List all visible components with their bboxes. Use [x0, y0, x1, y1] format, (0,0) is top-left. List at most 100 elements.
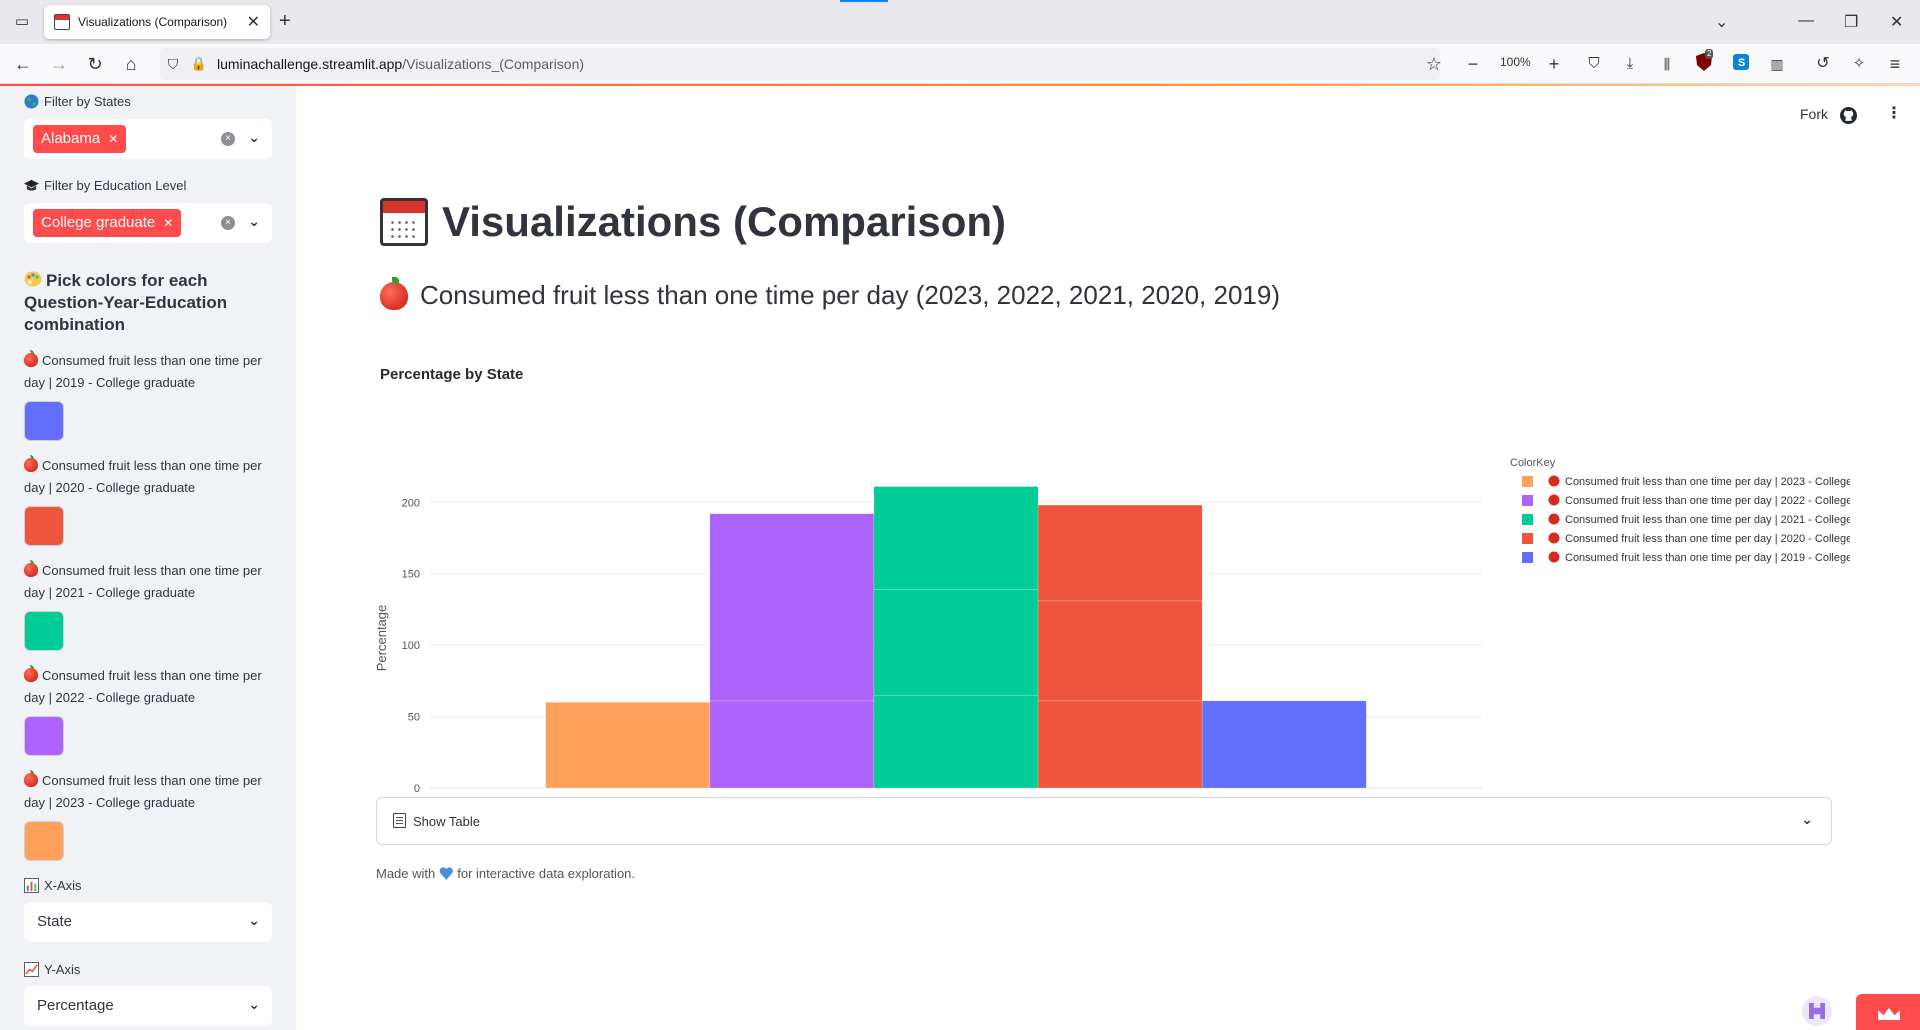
tab-title: Visualizations (Comparison)	[78, 15, 228, 29]
github-icon[interactable]	[1840, 107, 1857, 124]
y-tick-label: 100	[402, 640, 420, 652]
color-swatch-button[interactable]	[24, 506, 64, 546]
zoom-in-button[interactable]: +	[1543, 53, 1565, 75]
tab-loading-indicator	[840, 0, 888, 2]
fork-button[interactable]: Fork	[1800, 106, 1828, 122]
apple-icon	[24, 455, 38, 472]
y-tick-label: 50	[408, 712, 420, 724]
color-picker-label: Consumed fruit less than one time per da…	[24, 458, 262, 495]
graduation-cap-icon	[24, 179, 39, 191]
barcode-extension-icon[interactable]: ▥	[1766, 53, 1788, 75]
color-swatch-button[interactable]	[24, 716, 64, 756]
back-button[interactable]: ←	[12, 53, 34, 75]
color-picker-label: Consumed fruit less than one time per da…	[24, 668, 262, 705]
library-icon[interactable]: ⫼	[1656, 53, 1678, 75]
legend-swatch	[1522, 552, 1533, 563]
restore-window-button[interactable]: ❐	[1844, 12, 1858, 32]
main-content: Fork ⋮ Visualizations (Comparison) Consu…	[296, 86, 1920, 1030]
legend-swatch	[1522, 514, 1533, 525]
streamlit-mascot-icon[interactable]	[1802, 996, 1832, 1026]
forward-button[interactable]: →	[48, 53, 70, 75]
browser-tab-active[interactable]: Visualizations (Comparison) ✕	[44, 5, 270, 39]
globe-icon	[24, 94, 39, 109]
color-swatch-button[interactable]	[24, 821, 64, 861]
legend-entry: Consumed fruit less than one time per da…	[1565, 495, 1850, 507]
ublock-extension-icon[interactable]: 2	[1693, 49, 1715, 76]
legend-entry: Consumed fruit less than one time per da…	[1565, 514, 1850, 526]
new-tab-button[interactable]: +	[279, 10, 291, 33]
bar-segment	[1037, 700, 1203, 789]
tab-overflow-chevron-icon[interactable]: ⌄	[1715, 12, 1728, 32]
minimize-window-button[interactable]: —	[1798, 12, 1814, 30]
list-all-tabs-icon[interactable]: ▭	[12, 12, 32, 32]
bar-segment	[873, 589, 1039, 696]
legend-apple-icon	[1548, 532, 1560, 544]
bar-segment	[709, 513, 875, 702]
history-icon[interactable]: ↺	[1812, 53, 1834, 75]
downloads-icon[interactable]: ⤓	[1619, 53, 1641, 75]
tracking-shield-icon[interactable]: ⛉	[162, 53, 184, 75]
bar-chart[interactable]: 050100150200AlabamaStatePercentageColorK…	[370, 426, 1850, 796]
lock-icon[interactable]: 🔒	[188, 53, 210, 75]
state-tag-alabama[interactable]: Alabama ✕	[33, 125, 127, 153]
extensions-puzzle-icon[interactable]: ✧	[1848, 53, 1870, 75]
y-axis-select[interactable]: Percentage ⌄	[24, 986, 272, 1026]
palette-icon	[24, 271, 42, 287]
main-menu-icon[interactable]: ⋮	[1886, 103, 1902, 123]
bar-segment	[545, 701, 711, 789]
close-window-button[interactable]: ✕	[1890, 12, 1903, 32]
color-picker-label: Consumed fruit less than one time per da…	[24, 563, 262, 600]
chevron-down-icon[interactable]: ⌄	[1801, 811, 1813, 828]
color-swatch-button[interactable]	[24, 401, 64, 441]
chevron-down-icon[interactable]: ⌄	[248, 912, 260, 929]
close-tab-icon[interactable]: ✕	[247, 12, 260, 32]
streamlit-manage-app-button[interactable]	[1856, 994, 1920, 1030]
page-title: Visualizations (Comparison)	[380, 198, 1006, 246]
education-filter-label: Filter by Education Level	[24, 178, 186, 193]
bar-segment	[1201, 700, 1367, 789]
chevron-down-icon[interactable]: ⌄	[248, 213, 260, 230]
home-button[interactable]: ⌂	[120, 53, 142, 75]
chevron-down-icon[interactable]: ⌄	[248, 996, 260, 1013]
app-menu-icon[interactable]: ≡	[1884, 53, 1906, 75]
browser-nav-bar: ← → ↻ ⌂ ⛉ 🔒 luminachallenge.streamlit.ap…	[0, 44, 1920, 84]
color-swatch-button[interactable]	[24, 611, 64, 651]
apple-icon	[24, 560, 38, 577]
color-picker-2023: Consumed fruit less than one time per da…	[24, 770, 274, 861]
clear-all-icon[interactable]: ×	[221, 132, 235, 146]
color-picker-2020: Consumed fruit less than one time per da…	[24, 455, 274, 546]
states-multiselect[interactable]: Alabama ✕ × ⌄	[24, 119, 272, 159]
remove-tag-icon[interactable]: ✕	[163, 216, 173, 230]
legend-entry: Consumed fruit less than one time per da…	[1565, 476, 1850, 488]
x-axis-select[interactable]: State ⌄	[24, 902, 272, 942]
legend-apple-icon	[1548, 513, 1560, 525]
y-tick-label: 150	[402, 569, 420, 581]
bookmark-star-icon[interactable]: ☆	[1423, 53, 1445, 75]
education-tag-college-graduate[interactable]: College graduate ✕	[33, 209, 182, 237]
line-chart-icon	[24, 962, 39, 977]
x-axis-label: X-Axis	[24, 878, 82, 893]
zoom-level[interactable]: 100%	[1500, 55, 1531, 69]
reload-button[interactable]: ↻	[84, 53, 106, 75]
color-picker-2022: Consumed fruit less than one time per da…	[24, 665, 274, 756]
url-text[interactable]: luminachallenge.streamlit.app/Visualizat…	[217, 56, 584, 72]
heart-icon	[439, 867, 453, 880]
pocket-icon[interactable]: ⛉	[1583, 53, 1605, 75]
footer-text: Made with for interactive data exploratio…	[376, 866, 636, 881]
apple-icon	[24, 770, 38, 787]
skype-extension-icon[interactable]: S	[1730, 53, 1752, 75]
bar-segment	[709, 700, 875, 789]
chevron-down-icon[interactable]: ⌄	[248, 129, 260, 146]
color-picker-label: Consumed fruit less than one time per da…	[24, 773, 262, 810]
apple-icon	[380, 276, 408, 310]
legend-entry: Consumed fruit less than one time per da…	[1565, 533, 1850, 545]
clear-all-icon[interactable]: ×	[221, 216, 235, 230]
url-bar[interactable]: ⛉ 🔒 luminachallenge.streamlit.app/Visual…	[160, 48, 1442, 80]
bar-segment	[873, 694, 1039, 789]
zoom-out-button[interactable]: −	[1462, 53, 1484, 75]
legend-swatch	[1522, 533, 1533, 544]
remove-tag-icon[interactable]: ✕	[108, 132, 118, 146]
education-multiselect[interactable]: College graduate ✕ × ⌄	[24, 203, 272, 243]
show-table-expander[interactable]: Show Table ⌄	[376, 797, 1832, 845]
expander-label: Show Table	[413, 814, 480, 829]
